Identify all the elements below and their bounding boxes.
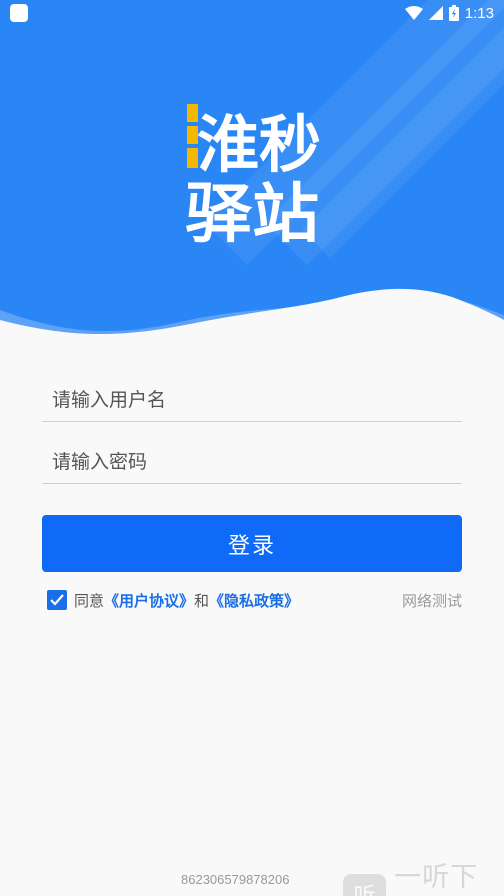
agreement-row: 同意 《用户协议》 和 《隐私政策》 网络测试	[47, 588, 462, 612]
logo-text-line2: 驿站	[185, 178, 319, 243]
checkmark-icon	[50, 594, 64, 606]
battery-icon	[448, 5, 459, 21]
status-time: 1:13	[464, 4, 494, 22]
watermark-text: 一听下载	[394, 862, 479, 893]
agree-prefix: 同意	[74, 591, 105, 610]
username-field[interactable]	[42, 378, 462, 422]
header-wave	[0, 288, 504, 345]
agree-and: 和	[194, 591, 210, 610]
wifi-icon	[404, 6, 423, 20]
network-test-link[interactable]: 网络测试	[402, 590, 462, 611]
app-icon	[10, 4, 28, 22]
agree-checkbox[interactable]	[47, 590, 67, 610]
device-id-text: 862306579878206	[181, 872, 290, 887]
username-input[interactable]	[42, 378, 462, 421]
privacy-policy-link[interactable]: 《隐私政策》	[209, 590, 299, 611]
watermark-logo-icon: 听	[343, 874, 387, 896]
user-agreement-link[interactable]: 《用户协议》	[104, 590, 194, 611]
password-field[interactable]	[42, 440, 462, 484]
app-logo: 淮秒 驿站	[185, 104, 321, 243]
logo-text-line1: 淮秒	[197, 108, 321, 181]
password-input[interactable]	[42, 440, 462, 483]
watermark-icon-char: 听	[354, 878, 376, 896]
watermark: 听 一听下载	[343, 855, 504, 896]
status-bar: 1:13	[0, 0, 504, 26]
login-button[interactable]: 登录	[42, 515, 462, 572]
signal-icon	[428, 6, 443, 20]
